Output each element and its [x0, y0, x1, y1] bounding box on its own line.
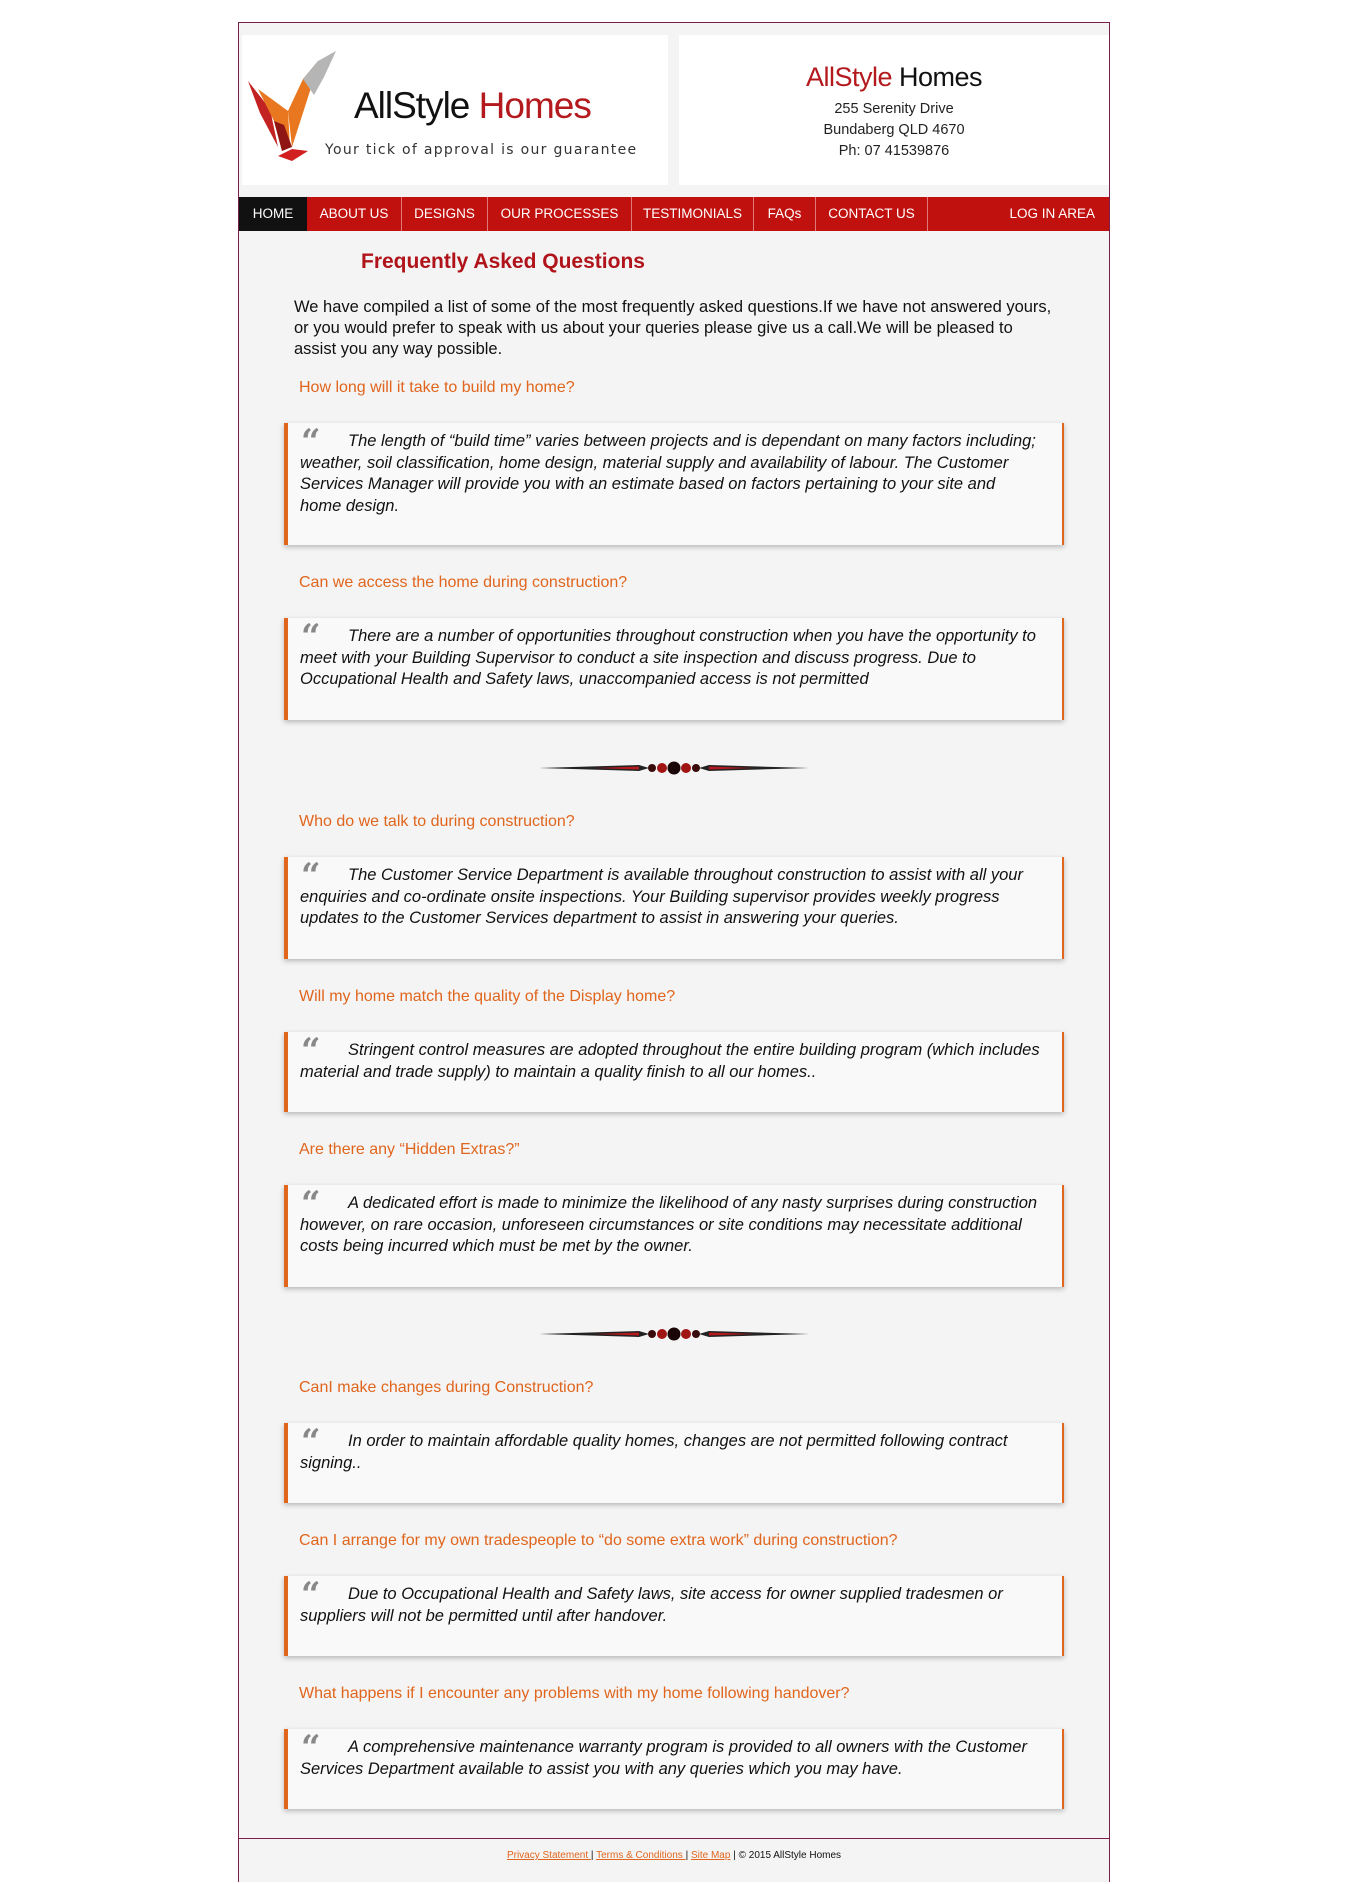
- faq-answer-text: A comprehensive maintenance warranty pro…: [300, 1738, 1027, 1778]
- ornament-divider-icon: [539, 761, 809, 775]
- quote-icon: “: [301, 422, 321, 462]
- logo[interactable]: AllStyle Homes Your tick of approval is …: [242, 35, 668, 185]
- footer-separator: |: [733, 1850, 736, 1861]
- quote-icon: “: [301, 1728, 321, 1768]
- contact-company-name: AllStyle Homes: [805, 62, 983, 92]
- faq-question: Can I arrange for my own tradespeople to…: [299, 1532, 898, 1549]
- faq-question: CanI make changes during Construction?: [299, 1379, 594, 1396]
- faq-answer: “ The length of “build time” varies betw…: [284, 423, 1064, 545]
- intro-text: We have compiled a list of some of the m…: [294, 298, 1052, 358]
- faq-answer: “ There are a number of opportunities th…: [284, 618, 1064, 720]
- quote-icon: “: [301, 1422, 321, 1462]
- page-container: AllStyle Homes Your tick of approval is …: [238, 22, 1110, 1882]
- footer-separator: |: [590, 1850, 594, 1861]
- contact-info: AllStyle Homes 255 Serenity Drive Bundab…: [679, 35, 1109, 185]
- faq-answer-text: The length of “build time” varies betwee…: [300, 432, 1036, 515]
- logo-tagline: Your tick of approval is our guarantee: [325, 142, 638, 158]
- faq-answer-text: The Customer Service Department is avail…: [300, 866, 1023, 927]
- quote-icon: “: [301, 1575, 321, 1615]
- faq-answer: “ A dedicated effort is made to minimize…: [284, 1185, 1064, 1287]
- nav-contact-us[interactable]: CONTACT US: [816, 197, 928, 231]
- faq-answer: “ Stringent control measures are adopted…: [284, 1032, 1064, 1112]
- quote-icon: “: [301, 856, 321, 896]
- faq-answer-text: A dedicated effort is made to minimize t…: [300, 1194, 1038, 1255]
- phone-number: Ph: 07 41539876: [838, 143, 950, 159]
- address-city: Bundaberg QLD 4670: [823, 122, 965, 138]
- nav-faqs[interactable]: FAQs: [754, 197, 816, 231]
- footer-separator: |: [685, 1850, 689, 1861]
- terms-conditions-link[interactable]: Terms & Conditions: [596, 1850, 685, 1861]
- logo-name: AllStyle Homes: [354, 85, 592, 126]
- quote-icon: “: [301, 1184, 321, 1224]
- nav-testimonials[interactable]: TESTIMONIALS: [632, 197, 754, 231]
- page-title: Frequently Asked Questions: [361, 250, 645, 273]
- nav-designs[interactable]: DESIGNS: [402, 197, 488, 231]
- faq-question: Are there any “Hidden Extras?”: [299, 1141, 520, 1158]
- privacy-statement-link[interactable]: Privacy Statement: [507, 1850, 591, 1861]
- nav-home[interactable]: HOME: [239, 197, 307, 231]
- address-street: 255 Serenity Drive: [834, 101, 954, 117]
- nav-about-us[interactable]: ABOUT US: [307, 197, 402, 231]
- nav-log-in-area[interactable]: LOG IN AREA: [1009, 197, 1095, 231]
- quote-icon: “: [301, 1031, 321, 1071]
- faq-question: Who do we talk to during construction?: [299, 813, 575, 830]
- nav-our-processes[interactable]: OUR PROCESSES: [488, 197, 632, 231]
- faq-answer: “ In order to maintain affordable qualit…: [284, 1423, 1064, 1503]
- main-nav: HOME ABOUT US DESIGNS OUR PROCESSES TEST…: [239, 197, 1109, 231]
- header: AllStyle Homes Your tick of approval is …: [239, 23, 1109, 197]
- faq-question: Will my home match the quality of the Di…: [299, 988, 676, 1005]
- faq-answer: “ Due to Occupational Health and Safety …: [284, 1576, 1064, 1656]
- faq-question: How long will it take to build my home?: [299, 379, 575, 396]
- faq-answer-text: In order to maintain affordable quality …: [300, 1432, 1008, 1472]
- quote-icon: “: [301, 617, 321, 657]
- faq-question: Can we access the home during constructi…: [299, 574, 628, 591]
- copyright-text: © 2015 AllStyle Homes: [738, 1850, 842, 1861]
- faq-answer-text: Stringent control measures are adopted t…: [300, 1041, 1040, 1081]
- site-map-link[interactable]: Site Map: [691, 1850, 730, 1861]
- ornament-divider-icon: [539, 1327, 809, 1341]
- faq-answer-text: Due to Occupational Health and Safety la…: [300, 1585, 1003, 1625]
- footer: Privacy Statement | Terms & Conditions |…: [239, 1838, 1109, 1882]
- faq-question: What happens if I encounter any problems…: [299, 1685, 850, 1702]
- faq-answer-text: There are a number of opportunities thro…: [300, 627, 1036, 688]
- faq-answer: “ The Customer Service Department is ava…: [284, 857, 1064, 959]
- faq-answer: “ A comprehensive maintenance warranty p…: [284, 1729, 1064, 1809]
